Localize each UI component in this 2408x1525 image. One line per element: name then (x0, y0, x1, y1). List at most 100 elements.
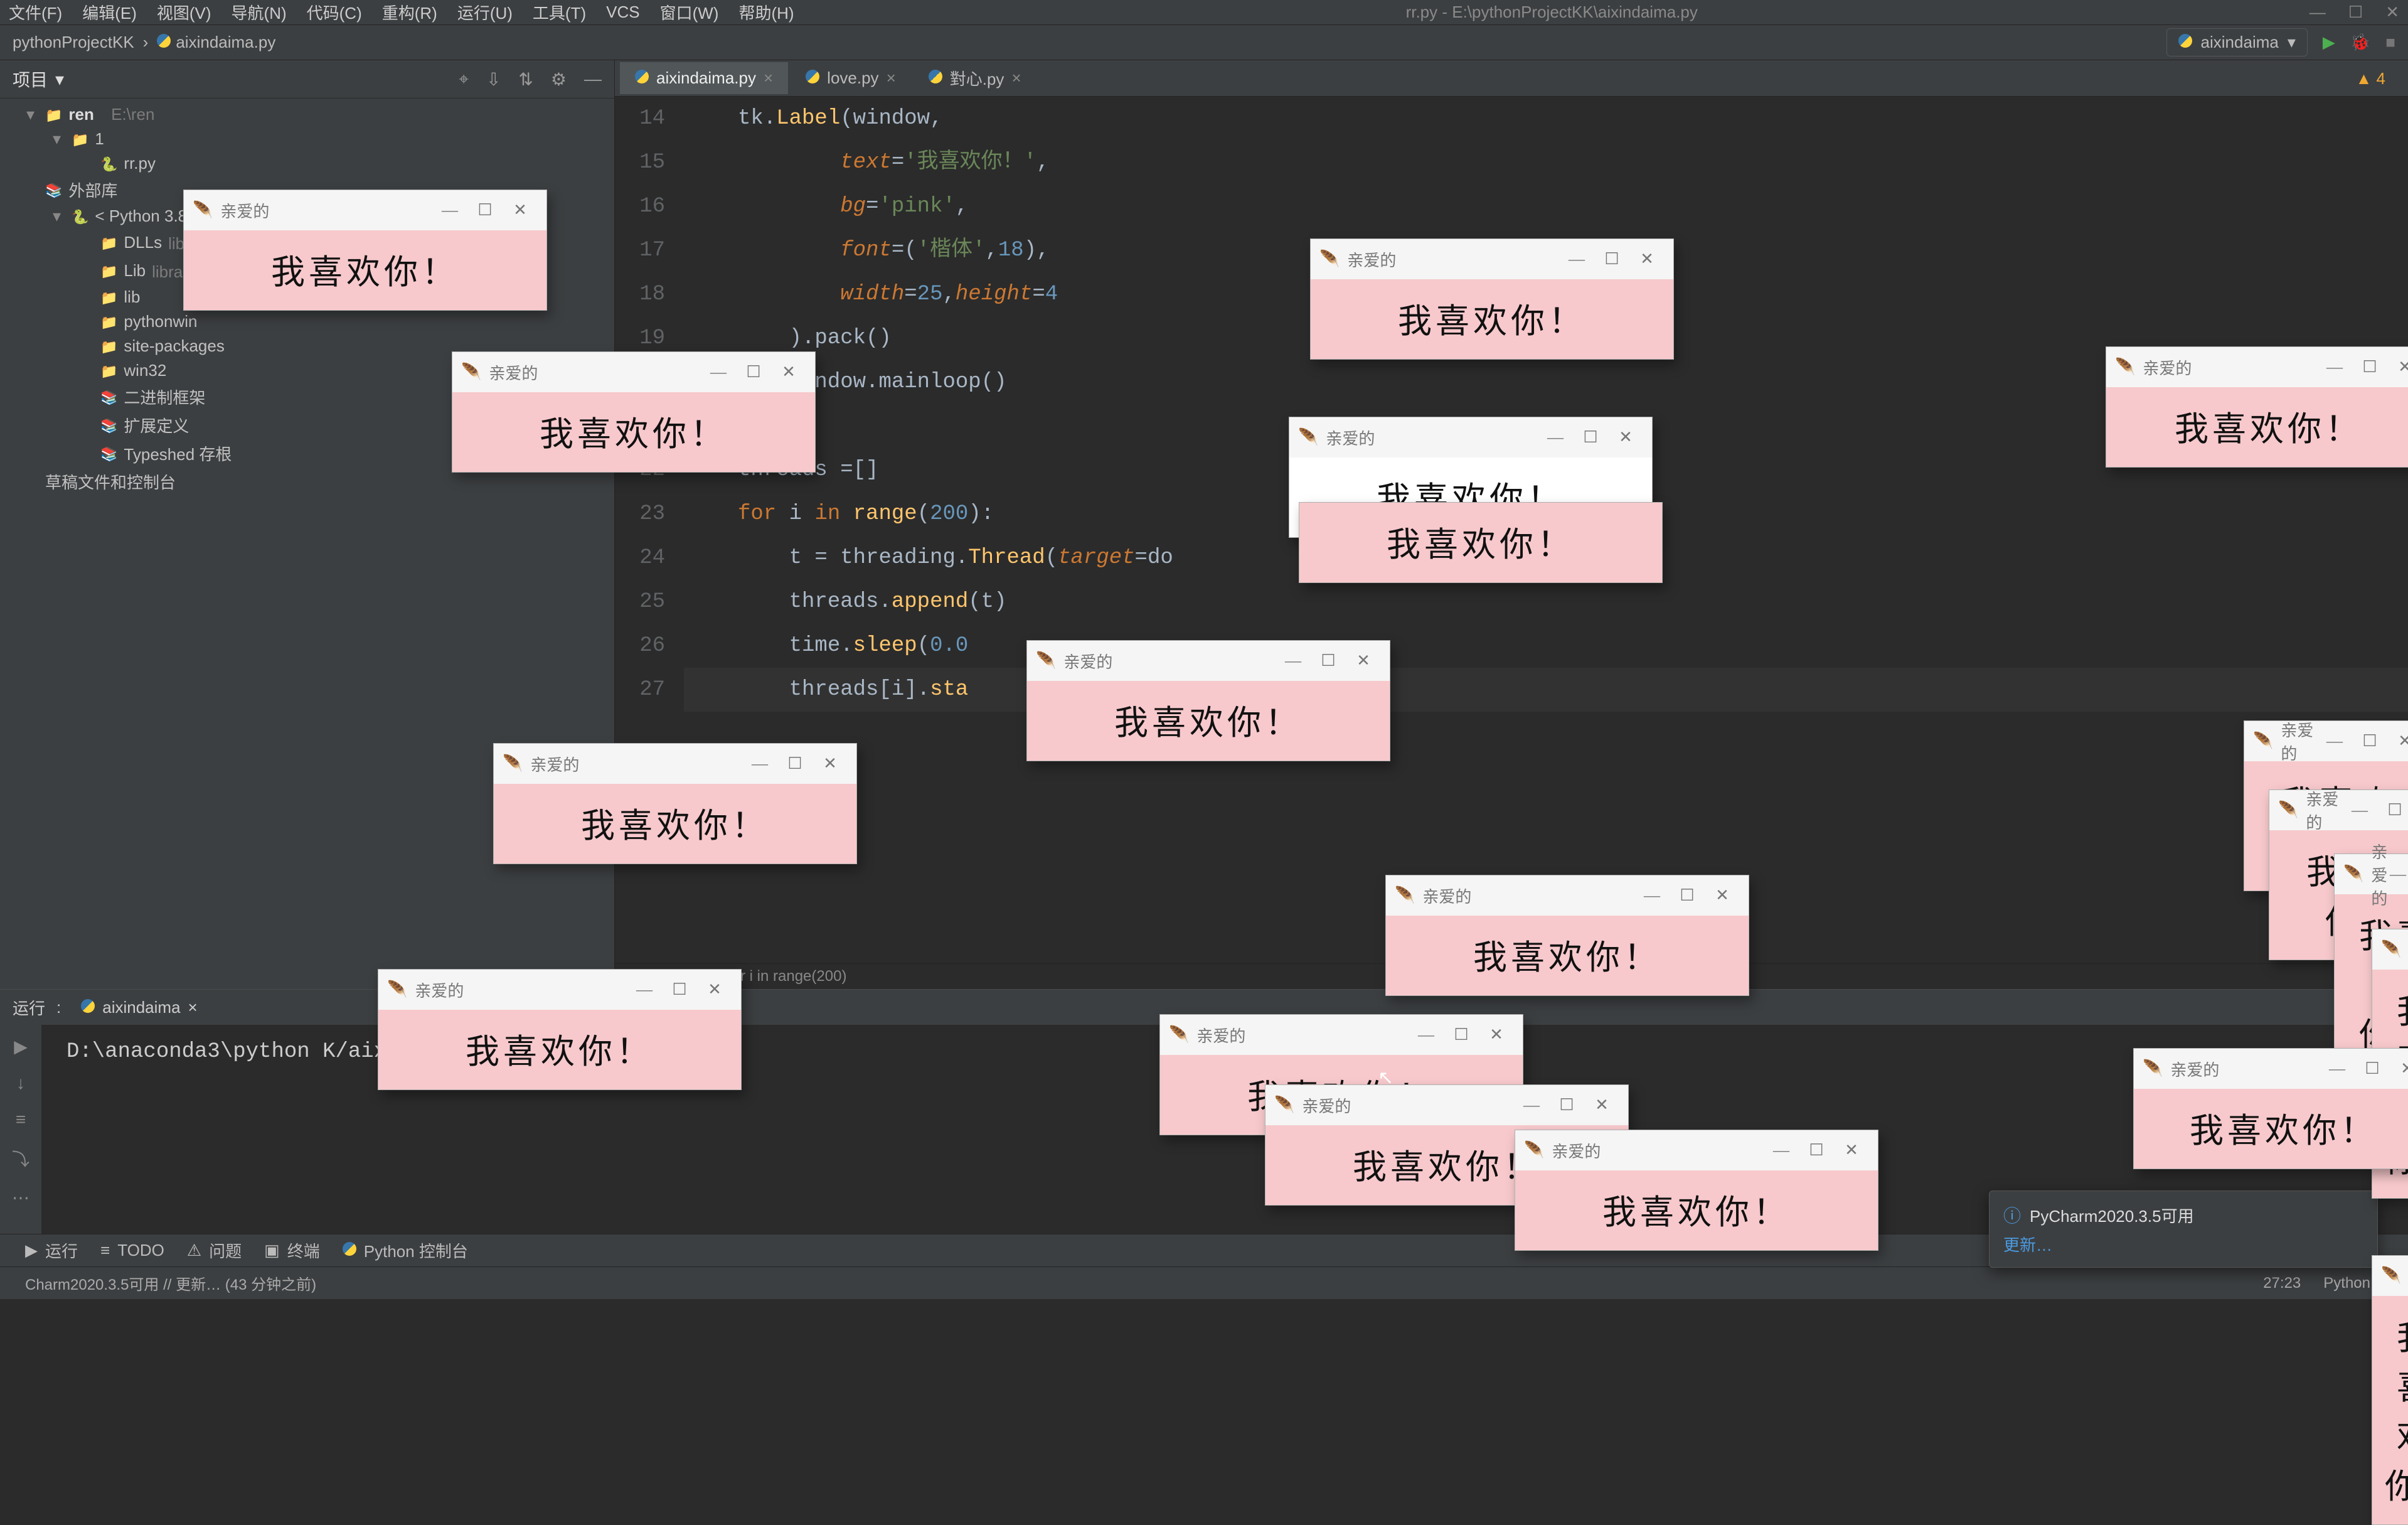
sort-icon[interactable]: ⇅ (518, 69, 533, 90)
popup-titlebar[interactable]: 🪶 亲爱的 — ☐ ✕ (1027, 641, 1390, 681)
rerun-icon[interactable]: ▶ (14, 1036, 28, 1057)
close-icon[interactable]: × (764, 68, 773, 88)
maximize-icon[interactable]: ☐ (2352, 358, 2387, 377)
close-icon[interactable]: ✕ (1346, 651, 1381, 670)
tk-popup[interactable]: 🪶 亲爱的 — ☐ ✕ 我喜欢你！ (1515, 1130, 1878, 1251)
minimize-icon[interactable]: — (2309, 3, 2326, 22)
run-config-selector[interactable]: aixindaima ▾ (2166, 28, 2308, 56)
minimize-icon[interactable]: — (701, 363, 736, 382)
minimize-icon[interactable]: — (2317, 732, 2352, 751)
popup-titlebar[interactable]: 🪶 亲爱的 — ☐ ✕ (2335, 854, 2408, 894)
tab-pyconsole[interactable]: Python 控制台 (343, 1239, 468, 1262)
chevron-down-icon[interactable]: ▾ (55, 69, 64, 90)
maximize-icon[interactable]: ☐ (2355, 1059, 2390, 1078)
tk-popup[interactable]: 🪶 亲爱的 — ☐ ✕ 我喜欢你！ (183, 190, 547, 311)
minimize-icon[interactable]: — (2342, 801, 2377, 820)
minimize-icon[interactable]: — (1634, 886, 1670, 905)
debug-button[interactable] (2350, 33, 2370, 52)
close-icon[interactable]: ✕ (503, 201, 538, 220)
maximize-icon[interactable]: ☐ (777, 754, 812, 773)
popup-titlebar[interactable]: 🪶 亲爱的 — ☐ ✕ (184, 190, 546, 230)
tree-node[interactable]: 1 (0, 127, 614, 151)
menu-item[interactable]: 导航(N) (232, 1, 287, 24)
tk-popup[interactable]: 🪶 亲爱的 — ☐ ✕ 我喜欢你！ (2372, 1255, 2408, 1525)
maximize-icon[interactable]: ☐ (1311, 651, 1346, 670)
editor-tab[interactable]: 對心.py× (914, 60, 1036, 96)
minimize-icon[interactable]: — (627, 980, 662, 999)
popup-titlebar[interactable]: 🪶 亲爱的 — ☐ ✕ (2134, 1049, 2408, 1089)
down-icon[interactable]: ↓ (16, 1073, 25, 1093)
tk-popup[interactable]: 我喜欢你！ (1299, 502, 1663, 583)
update-notification[interactable]: PyCharm2020.3.5可用 更新… (1989, 1191, 2378, 1268)
tk-popup[interactable]: 🪶 亲爱的 — ☐ ✕ 我喜欢你！ (378, 969, 742, 1090)
close-icon[interactable]: ✕ (812, 754, 848, 773)
popup-titlebar[interactable]: 🪶 亲爱的 — ☐ ✕ (1160, 1015, 1523, 1055)
maximize-icon[interactable]: ☐ (2348, 3, 2363, 22)
minimize-icon[interactable]: — (1764, 1141, 1799, 1160)
close-icon[interactable]: ✕ (1705, 886, 1740, 905)
popup-titlebar[interactable]: 🪶 亲爱的 — ☐ ✕ (378, 970, 741, 1010)
maximize-icon[interactable]: ☐ (1549, 1096, 1584, 1115)
menu-item[interactable]: 重构(R) (382, 1, 437, 24)
editor-tab[interactable]: love.py× (791, 62, 911, 94)
close-icon[interactable]: ✕ (1629, 250, 1665, 269)
status-message[interactable]: Charm2020.3.5可用 // 更新… (43 分钟之前) (25, 1272, 316, 1294)
menu-item[interactable]: 视图(V) (157, 1, 211, 24)
tree-node[interactable]: rr.py (0, 151, 614, 176)
tk-popup[interactable]: 🪶 亲爱的 — ☐ ✕ 我喜欢你！ (2106, 346, 2408, 468)
close-icon[interactable]: ✕ (2387, 732, 2408, 751)
tk-popup[interactable]: 🪶 亲爱的 — ☐ ✕ 我喜欢你！ (2133, 1048, 2408, 1169)
tk-popup[interactable]: 🪶 亲爱的 — ☐ ✕ 我喜欢你！ (493, 743, 857, 864)
popup-titlebar[interactable]: 🪶 亲爱的 — ☐ ✕ (494, 744, 856, 784)
close-icon[interactable]: ✕ (2385, 3, 2399, 22)
minimize-icon[interactable]: — (1538, 428, 1573, 447)
tk-popup[interactable]: 🪶 亲爱的 — ☐ ✕ 我喜欢你！ (1026, 640, 1390, 761)
menu-item[interactable]: 帮助(H) (738, 1, 794, 24)
close-icon[interactable]: ✕ (1608, 428, 1643, 447)
menu-item[interactable]: 编辑(E) (82, 1, 137, 24)
breadcrumb-file[interactable]: aixindaima.py (157, 33, 275, 52)
menu-item[interactable]: 工具(T) (533, 1, 586, 24)
run-tab[interactable]: aixindaima × (72, 994, 206, 1021)
maximize-icon[interactable]: ☐ (1670, 886, 1705, 905)
close-icon[interactable]: ✕ (697, 980, 732, 999)
close-icon[interactable]: ✕ (1479, 1025, 1514, 1044)
tab-problems[interactable]: ⚠ 问题 (187, 1239, 242, 1262)
caret-position[interactable]: 27:23 (2263, 1275, 2301, 1292)
update-link[interactable]: 更新… (2003, 1233, 2363, 1256)
close-icon[interactable]: ✕ (2390, 1059, 2408, 1078)
minimize-icon[interactable]: — (2320, 1059, 2355, 1078)
maximize-icon[interactable]: ☐ (2377, 801, 2408, 820)
menu-item[interactable]: 运行(U) (457, 1, 513, 24)
more-icon[interactable]: ⋯ (12, 1187, 29, 1208)
tab-terminal[interactable]: ▣ 终端 (264, 1239, 320, 1262)
tree-node[interactable]: pythonwin (0, 309, 614, 334)
popup-titlebar[interactable]: 🪶 亲爱的 — ☐ ✕ (2106, 347, 2408, 387)
menu-item[interactable]: 代码(C) (307, 1, 362, 24)
maximize-icon[interactable]: ☐ (1573, 428, 1608, 447)
editor-tab[interactable]: aixindaima.py× (620, 62, 788, 94)
maximize-icon[interactable]: ☐ (2352, 732, 2387, 751)
popup-titlebar[interactable]: 🪶 亲爱的 — ☐ ✕ (1515, 1130, 1878, 1170)
tk-popup[interactable]: 🪶 亲爱的 — ☐ ✕ 我喜欢你！ (1310, 238, 1674, 360)
minimize-icon[interactable]: — (2387, 865, 2408, 884)
minimize-icon[interactable]: — (2317, 358, 2352, 377)
maximize-icon[interactable]: ☐ (736, 363, 771, 382)
gear-icon[interactable]: ⚙ (551, 69, 567, 90)
close-icon[interactable]: ✕ (1834, 1141, 1869, 1160)
tk-popup[interactable]: 🪶 亲爱的 — ☐ ✕ 我喜欢你！ (452, 351, 816, 473)
close-icon[interactable]: ✕ (2387, 358, 2408, 377)
popup-titlebar[interactable]: 🪶 亲爱的 — ☐ ✕ (1265, 1085, 1628, 1125)
wrap-icon[interactable]: ≡ (16, 1110, 26, 1130)
collapse-icon[interactable]: ⇩ (486, 69, 501, 90)
minimize-icon[interactable]: — (1409, 1025, 1444, 1044)
minimize-icon[interactable]: — (1514, 1096, 1549, 1115)
sidebar-title[interactable]: 项目 (13, 67, 48, 92)
breadcrumb-root[interactable]: pythonProjectKK (13, 33, 134, 52)
maximize-icon[interactable]: ☐ (467, 201, 503, 220)
tab-run[interactable]: ▶ 运行 (25, 1239, 78, 1262)
close-icon[interactable]: × (188, 998, 198, 1017)
maximize-icon[interactable]: ☐ (662, 980, 697, 999)
locate-icon[interactable]: ⌖ (459, 69, 469, 90)
tab-todo[interactable]: ≡ TODO (100, 1241, 164, 1260)
